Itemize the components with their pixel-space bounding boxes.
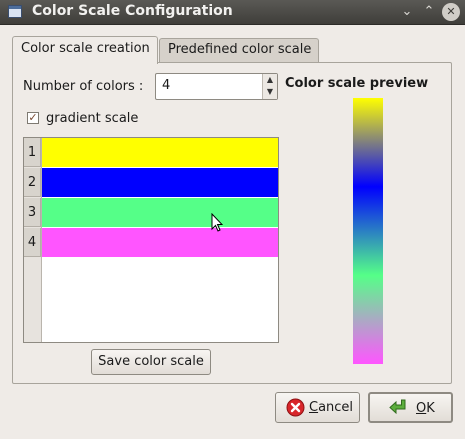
ok-arrow-icon — [389, 399, 406, 415]
color-grid: 1 2 3 4 — [23, 137, 279, 343]
num-colors-label: Number of colors : — [23, 79, 144, 94]
mouse-cursor-icon — [211, 213, 223, 232]
window-close-icon[interactable]: ✕ — [442, 3, 460, 21]
ok-button[interactable]: OK — [368, 392, 453, 423]
row-number[interactable]: 2 — [24, 168, 41, 197]
preview-title: Color scale preview — [285, 76, 429, 91]
color-swatch[interactable] — [42, 138, 278, 167]
color-swatch[interactable] — [42, 168, 278, 197]
spinner-down-icon[interactable]: ▼ — [263, 86, 277, 98]
cancel-icon — [286, 398, 305, 417]
color-row[interactable]: 3 — [24, 198, 278, 228]
ok-label: OK — [416, 401, 435, 416]
color-scale-preview-bar — [353, 98, 383, 364]
color-row[interactable]: 1 — [24, 138, 278, 168]
spinner-arrows: ▲ ▼ — [262, 74, 277, 99]
window-shade-chevron-icon[interactable]: ⌃ — [420, 3, 438, 21]
color-swatch[interactable] — [42, 228, 278, 257]
window-icon — [8, 5, 22, 18]
tab-color-scale-creation[interactable]: Color scale creation — [12, 36, 158, 64]
cancel-label: Cancel — [309, 400, 354, 415]
color-swatch[interactable] — [42, 198, 278, 227]
num-colors-value[interactable]: 4 — [162, 78, 170, 93]
save-color-scale-button[interactable]: Save color scale — [91, 349, 211, 375]
row-number[interactable]: 3 — [24, 198, 41, 227]
spinner-up-icon[interactable]: ▲ — [263, 74, 277, 86]
window-titlebar[interactable]: Color Scale Configuration ⌄ ⌃ ✕ — [0, 0, 465, 25]
color-row[interactable]: 2 — [24, 168, 278, 198]
tab-predefined-color-scale[interactable]: Predefined color scale — [159, 38, 319, 62]
color-row[interactable]: 4 — [24, 228, 278, 258]
gradient-scale-label[interactable]: gradient scale — [46, 111, 138, 126]
num-colors-spinner[interactable]: 4 ▲ ▼ — [155, 73, 278, 100]
gradient-scale-checkbox[interactable]: ✓ — [27, 112, 39, 124]
window-menu-chevron-icon[interactable]: ⌄ — [398, 3, 416, 21]
window-title: Color Scale Configuration — [32, 3, 233, 19]
row-number[interactable]: 1 — [24, 138, 41, 167]
row-number[interactable]: 4 — [24, 228, 41, 257]
cancel-button[interactable]: Cancel — [275, 392, 360, 423]
